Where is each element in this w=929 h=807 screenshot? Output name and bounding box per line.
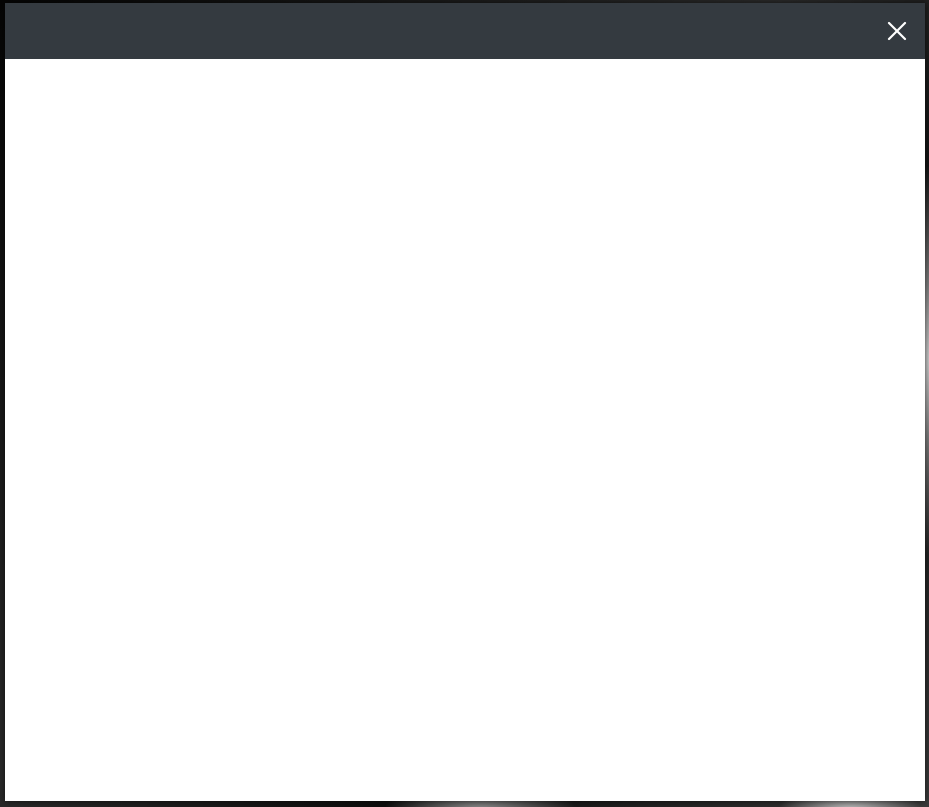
- close-icon: [883, 17, 911, 45]
- close-button[interactable]: [883, 17, 911, 45]
- modal-dialog: [5, 3, 925, 801]
- modal-header: [5, 3, 925, 59]
- modal-body: [5, 59, 925, 801]
